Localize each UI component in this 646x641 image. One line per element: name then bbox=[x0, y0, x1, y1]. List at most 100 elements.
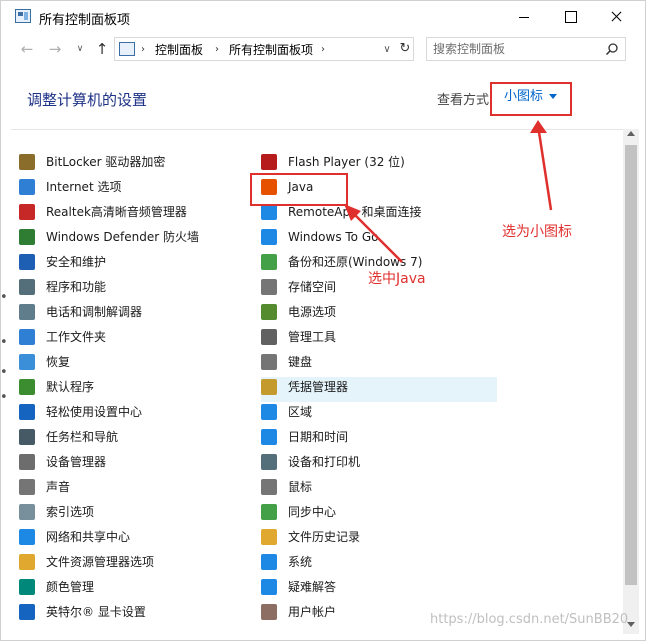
credential-manager-icon bbox=[261, 379, 277, 395]
control-panel-item[interactable]: 区域 bbox=[261, 402, 501, 427]
control-panel-item[interactable]: BitLocker 驱动器加密 bbox=[19, 152, 259, 177]
control-panel-item[interactable]: 英特尔® 显卡设置 bbox=[19, 602, 259, 627]
search-icon[interactable] bbox=[605, 42, 619, 56]
windows-to-go-icon bbox=[261, 229, 277, 245]
control-panel-item[interactable]: Realtek高清晰音频管理器 bbox=[19, 202, 259, 227]
sound-icon bbox=[19, 479, 35, 495]
item-label: 疑难解答 bbox=[288, 580, 337, 594]
vertical-scrollbar[interactable] bbox=[623, 129, 639, 634]
watermark: https://blog.csdn.net/SunBB20 bbox=[430, 612, 629, 627]
breadcrumb-separator-icon[interactable]: › bbox=[141, 42, 145, 58]
color-management-icon bbox=[19, 579, 35, 595]
default-programs-icon bbox=[19, 379, 35, 395]
control-panel-item[interactable]: Windows Defender 防火墙 bbox=[19, 227, 259, 252]
control-panel-item[interactable]: 电话和调制解调器 bbox=[19, 302, 259, 327]
minimize-button[interactable] bbox=[501, 1, 547, 33]
search-input[interactable] bbox=[433, 41, 593, 57]
keyboard-icon bbox=[261, 354, 277, 370]
item-label: 系统 bbox=[288, 555, 313, 569]
intel-graphics-icon bbox=[19, 604, 35, 620]
forward-arrow-icon[interactable]: → bbox=[45, 39, 65, 59]
item-label: 同步中心 bbox=[288, 505, 337, 519]
address-bar[interactable]: › 控制面板 › 所有控制面板项 › ∨ ↻ bbox=[114, 37, 414, 61]
item-label: 设备管理器 bbox=[46, 455, 107, 469]
item-label: 键盘 bbox=[288, 355, 313, 369]
file-history-icon bbox=[261, 529, 277, 545]
control-panel-item[interactable]: 键盘 bbox=[261, 352, 501, 377]
control-panel-item[interactable]: 程序和功能 bbox=[19, 277, 259, 302]
control-panel-item[interactable]: 疑难解答 bbox=[261, 577, 501, 602]
item-label: 备份和还原(Windows 7) bbox=[288, 255, 423, 269]
control-panel-item[interactable]: 设备和打印机 bbox=[261, 452, 501, 477]
item-label: 存储空间 bbox=[288, 280, 337, 294]
title-bar: 所有控制面板项 bbox=[1, 1, 645, 33]
control-panel-item[interactable]: 恢复 bbox=[19, 352, 259, 377]
item-label: 文件资源管理器选项 bbox=[46, 555, 155, 569]
maximize-button[interactable] bbox=[547, 1, 593, 33]
edge-glyph-fragment: • bbox=[0, 365, 8, 380]
recovery-icon bbox=[19, 354, 35, 370]
items-column-right: Flash Player (32 位) Java RemoteApp 和桌面连接 Wi… bbox=[261, 152, 501, 627]
refresh-icon[interactable]: ↻ bbox=[397, 40, 413, 58]
control-panel-item[interactable]: 默认程序 bbox=[19, 377, 259, 402]
breadcrumb-control-panel[interactable]: 控制面板 bbox=[155, 42, 203, 58]
item-label: 电源选项 bbox=[288, 305, 337, 319]
bitlocker-icon bbox=[19, 154, 35, 170]
item-label: Windows To Go bbox=[288, 230, 379, 244]
control-panel-item[interactable]: 文件历史记录 bbox=[261, 527, 501, 552]
control-panel-item[interactable]: 颜色管理 bbox=[19, 577, 259, 602]
indexing-icon bbox=[19, 504, 35, 520]
control-panel-item[interactable]: 任务栏和导航 bbox=[19, 427, 259, 452]
annotation-box-java bbox=[250, 173, 348, 206]
control-panel-item[interactable]: 声音 bbox=[19, 477, 259, 502]
scroll-down-icon[interactable] bbox=[627, 622, 635, 627]
control-panel-item[interactable]: 管理工具 bbox=[261, 327, 501, 352]
ease-of-access-icon bbox=[19, 404, 35, 420]
item-label: 索引选项 bbox=[46, 505, 95, 519]
troubleshooting-icon bbox=[261, 579, 277, 595]
control-panel-item[interactable]: Windows To Go bbox=[261, 227, 501, 252]
programs-icon bbox=[19, 279, 35, 295]
control-panel-item[interactable]: 同步中心 bbox=[261, 502, 501, 527]
remoteapp-icon bbox=[261, 204, 277, 220]
item-label: 颜色管理 bbox=[46, 580, 95, 594]
control-panel-item[interactable]: 鼠标 bbox=[261, 477, 501, 502]
control-panel-item[interactable]: Internet 选项 bbox=[19, 177, 259, 202]
close-button[interactable] bbox=[593, 1, 639, 33]
control-panel-item[interactable]: 索引选项 bbox=[19, 502, 259, 527]
recent-locations-chevron-icon[interactable]: ∨ bbox=[73, 39, 87, 59]
item-label: 鼠标 bbox=[288, 480, 313, 494]
back-arrow-icon[interactable]: ← bbox=[17, 39, 37, 59]
control-panel-item[interactable]: 轻松使用设置中心 bbox=[19, 402, 259, 427]
up-arrow-icon[interactable]: ↑ bbox=[93, 39, 111, 59]
firewall-icon bbox=[19, 229, 35, 245]
mouse-icon bbox=[261, 479, 277, 495]
control-panel-item[interactable]: 系统 bbox=[261, 552, 501, 577]
control-panel-item[interactable]: 电源选项 bbox=[261, 302, 501, 327]
item-label: 区域 bbox=[288, 405, 313, 419]
work-folders-icon bbox=[19, 329, 35, 345]
control-panel-item[interactable]: 文件资源管理器选项 bbox=[19, 552, 259, 577]
control-panel-item[interactable]: 凭据管理器 bbox=[261, 377, 497, 402]
phone-modem-icon bbox=[19, 304, 35, 320]
control-panel-item[interactable]: 安全和维护 bbox=[19, 252, 259, 277]
item-label: 设备和打印机 bbox=[288, 455, 361, 469]
search-box[interactable] bbox=[426, 37, 626, 61]
control-panel-item[interactable]: 设备管理器 bbox=[19, 452, 259, 477]
breadcrumb-separator-icon[interactable]: › bbox=[215, 42, 219, 58]
item-label: 任务栏和导航 bbox=[46, 430, 119, 444]
item-label: 英特尔® 显卡设置 bbox=[46, 605, 146, 619]
user-accounts-icon bbox=[261, 604, 277, 620]
item-label: 文件历史记录 bbox=[288, 530, 361, 544]
control-panel-item[interactable]: 网络和共享中心 bbox=[19, 527, 259, 552]
breadcrumb-separator-icon[interactable]: › bbox=[321, 42, 325, 58]
address-history-chevron-icon[interactable]: ∨ bbox=[381, 42, 393, 58]
control-panel-item[interactable]: 日期和时间 bbox=[261, 427, 501, 452]
scroll-thumb[interactable] bbox=[625, 145, 637, 585]
control-panel-item[interactable]: 工作文件夹 bbox=[19, 327, 259, 352]
flash-player-icon bbox=[261, 154, 277, 170]
item-label: Realtek高清晰音频管理器 bbox=[46, 205, 187, 219]
breadcrumb-all-items[interactable]: 所有控制面板项 bbox=[229, 42, 313, 58]
scroll-up-icon[interactable] bbox=[627, 131, 635, 136]
explorer-options-icon bbox=[19, 554, 35, 570]
